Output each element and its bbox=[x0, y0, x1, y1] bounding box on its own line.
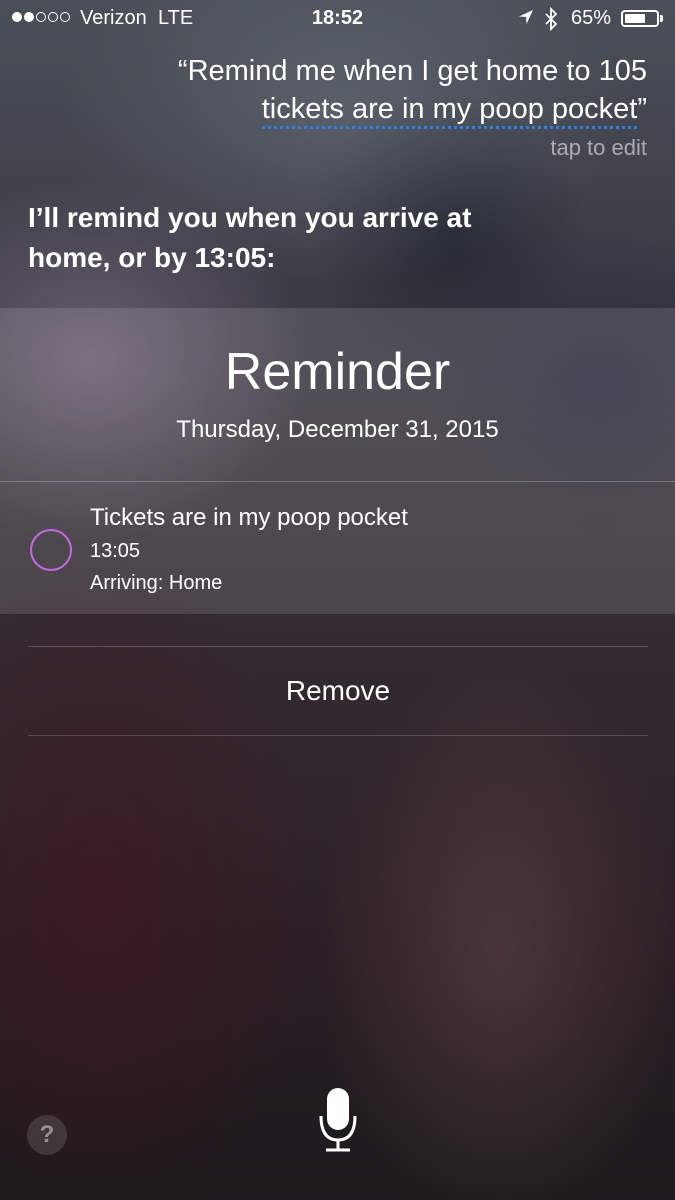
reminder-card: Reminder Thursday, December 31, 2015 Tic… bbox=[0, 308, 675, 614]
query-close-quote: ” bbox=[637, 93, 647, 125]
battery-percent: 65% bbox=[571, 7, 612, 29]
card-divider bbox=[0, 481, 675, 482]
remove-bottom-divider bbox=[28, 735, 648, 736]
status-bar: Verizon LTE 18:52 65% bbox=[0, 0, 675, 38]
location-arrow-icon bbox=[519, 10, 533, 24]
reminder-item-title[interactable]: Tickets are in my poop pocket bbox=[90, 504, 408, 532]
siri-query[interactable]: “Remind me when I get home to 105 ticket… bbox=[87, 52, 647, 129]
help-button[interactable]: ? bbox=[27, 1115, 67, 1155]
response-line-1: I’ll remind you when you arrive at bbox=[28, 202, 472, 233]
siri-response: I’ll remind you when you arrive at home,… bbox=[28, 198, 628, 278]
reminder-card-title: Reminder bbox=[224, 343, 451, 401]
reminder-complete-checkbox[interactable] bbox=[30, 529, 72, 571]
tap-to-edit-hint[interactable]: tap to edit bbox=[550, 135, 647, 161]
microphone-icon[interactable] bbox=[318, 1086, 358, 1154]
reminder-item-time: 13:05 bbox=[90, 540, 141, 562]
reminder-item-location: Arriving: Home bbox=[90, 572, 223, 594]
remove-button[interactable]: Remove bbox=[28, 647, 648, 735]
query-line-2: tickets are in my poop pocket bbox=[261, 93, 638, 129]
bluetooth-icon bbox=[545, 7, 558, 31]
battery-nub bbox=[660, 15, 663, 22]
response-line-2: home, or by 13:05: bbox=[28, 242, 276, 273]
reminder-card-date: Thursday, December 31, 2015 bbox=[176, 416, 499, 443]
battery-icon bbox=[621, 10, 659, 27]
query-line-1: “Remind me when I get home to 105 bbox=[177, 55, 647, 87]
